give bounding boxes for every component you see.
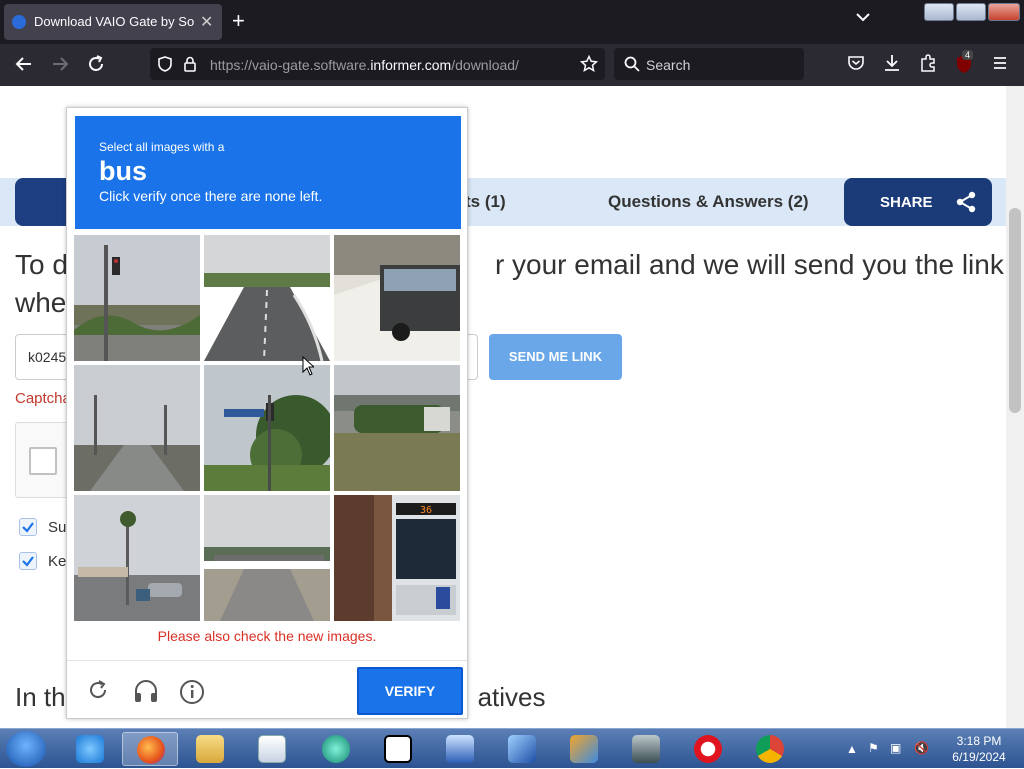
bird-app-icon[interactable]: [494, 732, 550, 766]
volume-muted-icon[interactable]: 🔇: [914, 741, 929, 755]
window-close-button[interactable]: [988, 3, 1020, 21]
svg-text:36: 36: [420, 505, 432, 516]
challenge-image-tile-2[interactable]: [204, 235, 330, 361]
challenge-image-tile-9[interactable]: 36: [334, 495, 460, 621]
minimize-button[interactable]: [924, 3, 954, 21]
firefox-icon[interactable]: [122, 732, 178, 766]
downloads-icon[interactable]: [883, 54, 901, 72]
action-center-flag-icon[interactable]: ⚑: [868, 741, 879, 755]
subscribe-checkbox[interactable]: [19, 518, 37, 536]
extension-badge-count: 4: [962, 50, 974, 60]
opera-icon[interactable]: [680, 732, 736, 766]
mouse-cursor-icon: [302, 356, 314, 376]
subscribe-checkbox-label: Su: [48, 519, 67, 536]
show-hidden-icons-chevron-icon[interactable]: ▲: [846, 742, 858, 756]
list-all-tabs-chevron-icon[interactable]: [856, 12, 870, 22]
recaptcha-checkbox[interactable]: [29, 447, 57, 475]
scrollbar-thumb[interactable]: [1009, 208, 1021, 413]
navigation-toolbar: https://vaio-gate.software.informer.com/…: [0, 44, 1024, 86]
tab-points[interactable]: ts (1): [465, 192, 506, 212]
challenge-subinstruction: Click verify once there are none left.: [99, 188, 323, 204]
paint-app-icon[interactable]: [556, 732, 612, 766]
media-player-icon[interactable]: [244, 732, 300, 766]
share-label: SHARE: [880, 194, 933, 211]
tab-title: Download VAIO Gate by Sony C: [34, 14, 194, 29]
extensions-puzzle-icon[interactable]: [919, 54, 937, 72]
challenge-prompt-header: Select all images with a bus Click verif…: [75, 116, 461, 229]
keep-checkbox[interactable]: [19, 552, 37, 570]
tab-questions-answers[interactable]: Questions & Answers (2): [608, 192, 809, 212]
maximize-button[interactable]: [956, 3, 986, 21]
windows-taskbar: ▲ ⚑ ▣ 🔇 3:18 PM 6/19/2024: [0, 728, 1024, 768]
address-bar[interactable]: https://vaio-gate.software.informer.com/…: [150, 48, 605, 80]
url-text[interactable]: https://vaio-gate.software.informer.com/…: [210, 57, 519, 73]
taskbar-clock[interactable]: 3:18 PM 6/19/2024: [944, 733, 1014, 765]
challenge-image-tile-7[interactable]: [74, 495, 200, 621]
captcha-challenge-popup: Select all images with a bus Click verif…: [66, 107, 468, 719]
hamburger-menu-icon[interactable]: [991, 54, 1009, 72]
challenge-image-tile-4[interactable]: [74, 365, 200, 491]
internet-explorer-icon[interactable]: [62, 732, 118, 766]
challenge-image-tile-8[interactable]: [204, 495, 330, 621]
bookmark-star-icon[interactable]: [580, 55, 598, 73]
share-icon: [954, 190, 978, 214]
keep-checkbox-label: Ke: [48, 553, 67, 570]
heading-line1-end: r your email and we will send you the li…: [494, 249, 1004, 280]
task-manager-icon[interactable]: [618, 732, 674, 766]
chrome-icon[interactable]: [742, 732, 798, 766]
share-button[interactable]: SHARE: [844, 178, 992, 226]
page-scrollbar[interactable]: [1006, 86, 1024, 728]
challenge-image-tile-3[interactable]: [334, 235, 460, 361]
audio-challenge-headphones-icon[interactable]: [133, 679, 159, 703]
challenge-image-tile-5[interactable]: [204, 365, 330, 491]
forward-arrow-icon[interactable]: [50, 54, 70, 74]
heading-line2: whe: [15, 287, 67, 318]
clock-date: 6/19/2024: [952, 750, 1006, 764]
heading-line1-start: To d: [15, 249, 68, 280]
reload-icon[interactable]: [86, 54, 106, 74]
send-me-link-button[interactable]: SEND ME LINK: [489, 334, 622, 380]
start-button[interactable]: [6, 731, 46, 767]
7zip-icon[interactable]: [370, 732, 426, 766]
search-bar[interactable]: Search: [614, 48, 804, 80]
tracking-protection-shield-icon[interactable]: [157, 56, 173, 72]
network-icon[interactable]: ▣: [890, 741, 901, 755]
window-controls: [924, 3, 1020, 21]
info-icon[interactable]: [179, 679, 205, 705]
challenge-instruction: Select all images with a: [99, 140, 225, 154]
challenge-image-tile-1[interactable]: [74, 235, 200, 361]
browser-tab-bar: Download VAIO Gate by Sony C ✕ +: [0, 0, 1024, 44]
challenge-target-word: bus: [99, 156, 148, 186]
verify-button[interactable]: VERIFY: [357, 667, 463, 715]
back-arrow-icon[interactable]: [14, 54, 34, 74]
pocket-icon[interactable]: [847, 54, 865, 72]
search-placeholder: Search: [646, 57, 691, 73]
search-icon: [624, 56, 640, 72]
browser-tab[interactable]: Download VAIO Gate by Sony C ✕: [4, 4, 222, 40]
refresh-challenge-icon[interactable]: [87, 679, 109, 701]
file-explorer-icon[interactable]: [182, 732, 238, 766]
new-images-notice: Please also check the new images.: [157, 628, 377, 644]
clock-time: 3:18 PM: [956, 734, 1002, 748]
tab-close-icon[interactable]: ✕: [200, 12, 213, 32]
challenge-footer: VERIFY: [67, 660, 467, 718]
captcha-error-text: Captcha: [15, 390, 71, 407]
chat-app-icon[interactable]: [308, 732, 364, 766]
new-tab-button[interactable]: +: [232, 9, 245, 33]
site-favicon-icon: [12, 15, 26, 29]
challenge-image-tile-6[interactable]: [334, 365, 460, 491]
system-info-icon[interactable]: [432, 732, 488, 766]
lock-icon[interactable]: [183, 56, 197, 72]
